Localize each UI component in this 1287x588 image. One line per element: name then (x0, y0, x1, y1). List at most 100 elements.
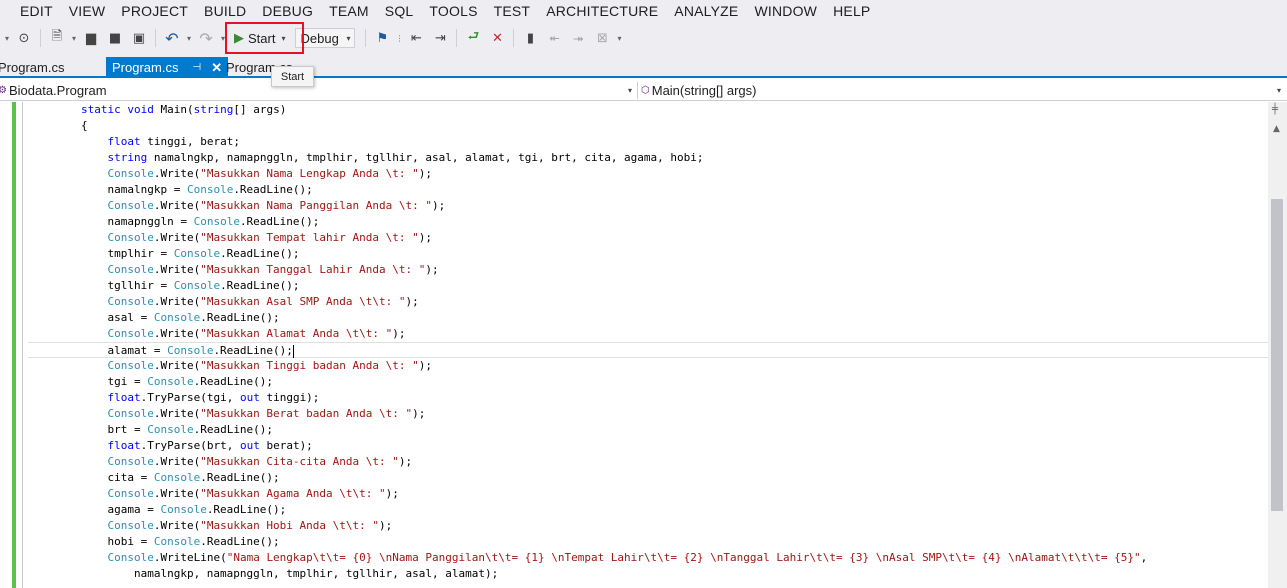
code-line[interactable]: Console.Write("Masukkan Tempat lahir And… (28, 230, 1268, 246)
decrease-indent-icon[interactable]: ⇤ (407, 29, 425, 47)
tab-program-cs-active[interactable]: Program.cs ⊣ ✕ (106, 57, 229, 78)
code-token: Console (107, 327, 154, 340)
solution-configuration-select[interactable]: Debug ▾ (295, 28, 356, 48)
navigate-forward-icon[interactable]: ⊙ (15, 29, 33, 47)
type-dropdown[interactable]: ⚙ Biodata.Program ▾ (0, 81, 634, 100)
tab-label: Program.cs (112, 60, 179, 75)
code-line[interactable]: Console.Write("Masukkan Nama Lengkap And… (28, 166, 1268, 182)
undo-dropdown-icon[interactable]: ▾ (185, 29, 193, 47)
menu-view[interactable]: VIEW (69, 3, 106, 19)
toolbar-separator (456, 29, 458, 47)
code-area[interactable]: static void Main(string[] args) { float … (28, 102, 1268, 582)
menu-architecture[interactable]: ARCHITECTURE (546, 3, 658, 19)
undo-icon[interactable]: ↶ (163, 29, 181, 48)
code-line[interactable]: Console.Write("Masukkan Tanggal Lahir An… (28, 262, 1268, 278)
new-project-dropdown-icon[interactable]: ▾ (70, 29, 78, 47)
code-token: Console (193, 215, 240, 228)
code-token: cita = (28, 471, 154, 484)
close-icon[interactable]: ✕ (211, 60, 222, 76)
scrollbar-thumb[interactable] (1271, 199, 1283, 511)
menu-build[interactable]: BUILD (204, 3, 246, 19)
code-token: .TryParse(tgi, (140, 391, 240, 404)
code-line[interactable]: Console.Write("Masukkan Hobi Anda \t\t: … (28, 518, 1268, 534)
menu-test[interactable]: TEST (494, 3, 531, 19)
member-dropdown[interactable]: ⬡ Main(string[] args) ▾ (641, 81, 1283, 100)
pin-icon[interactable]: ⊣ (192, 62, 201, 73)
code-line[interactable]: tgi = Console.ReadLine(); (28, 374, 1268, 390)
menu-team[interactable]: TEAM (329, 3, 369, 19)
toolbar-overflow-icon[interactable]: ⋮ (395, 29, 403, 47)
code-line[interactable]: namapnggln = Console.ReadLine(); (28, 214, 1268, 230)
code-line[interactable]: agama = Console.ReadLine(); (28, 502, 1268, 518)
code-line[interactable]: Console.Write("Masukkan Cita-cita Anda \… (28, 454, 1268, 470)
previous-bookmark-icon[interactable]: ⯬ (545, 29, 563, 47)
menu-window[interactable]: WINDOW (754, 3, 817, 19)
vertical-scrollbar[interactable]: ╪ ▲ (1268, 102, 1287, 588)
code-line[interactable]: alamat = Console.ReadLine(); (28, 342, 1268, 358)
code-token: Console (107, 295, 154, 308)
open-file-icon[interactable]: ▆ (82, 29, 100, 47)
code-token: .ReadLine(); (213, 344, 293, 357)
code-line[interactable]: Console.Write("Masukkan Alamat Anda \t\t… (28, 326, 1268, 342)
increase-indent-icon[interactable]: ⇥ (431, 29, 449, 47)
code-line[interactable]: namalngkp, namapnggln, tmplhir, tgllhir,… (28, 566, 1268, 582)
menu-edit[interactable]: EDIT (20, 3, 53, 19)
code-line[interactable]: cita = Console.ReadLine(); (28, 470, 1268, 486)
clear-bookmarks-icon[interactable]: ⊠ (593, 29, 611, 47)
code-token: "Masukkan Cita-cita Anda \t: " (200, 455, 399, 468)
code-line[interactable]: static void Main(string[] args) (28, 102, 1268, 118)
code-editor[interactable]: static void Main(string[] args) { float … (0, 102, 1268, 588)
code-line[interactable]: Console.WriteLine("Nama Lengkap\t\t= {0}… (28, 550, 1268, 566)
new-project-icon[interactable]: 🗎 (48, 29, 66, 47)
toolbar-separator (513, 29, 515, 47)
code-line[interactable]: tgllhir = Console.ReadLine(); (28, 278, 1268, 294)
code-line[interactable]: Console.Write("Masukkan Asal SMP Anda \t… (28, 294, 1268, 310)
code-line[interactable]: asal = Console.ReadLine(); (28, 310, 1268, 326)
menu-help[interactable]: HELP (833, 3, 870, 19)
comment-lines-icon[interactable]: ⮐ (464, 29, 482, 47)
toolbar-separator (365, 29, 367, 47)
navigate-back-dropdown-icon[interactable]: ▾ (3, 29, 11, 47)
code-line[interactable]: namalngkp = Console.ReadLine(); (28, 182, 1268, 198)
menu-analyze[interactable]: ANALYZE (674, 3, 738, 19)
save-icon[interactable]: ■ (106, 29, 124, 47)
code-line[interactable]: float tinggi, berat; (28, 134, 1268, 150)
code-line[interactable]: string namalngkp, namapnggln, tmplhir, t… (28, 150, 1268, 166)
redo-icon[interactable]: ↷ (197, 29, 215, 48)
bookmark-icon[interactable]: ▮ (521, 29, 539, 47)
save-all-icon[interactable]: ▣ (130, 29, 148, 47)
code-line[interactable]: { (28, 118, 1268, 134)
code-line[interactable]: tmplhir = Console.ReadLine(); (28, 246, 1268, 262)
code-line[interactable]: hobi = Console.ReadLine(); (28, 534, 1268, 550)
split-window-icon[interactable]: ╪ (1272, 104, 1278, 115)
code-token: "Masukkan Tempat lahir Anda \t: " (200, 231, 419, 244)
code-line[interactable]: float.TryParse(brt, out berat); (28, 438, 1268, 454)
code-token: tinggi); (259, 391, 320, 404)
next-bookmark-icon[interactable]: ⯮ (569, 29, 587, 47)
code-token: .ReadLine(); (200, 311, 280, 324)
menu-project[interactable]: PROJECT (121, 3, 188, 19)
toolbar-options-icon[interactable]: ▾ (615, 29, 623, 47)
code-token: ); (418, 359, 432, 372)
menu-sql[interactable]: SQL (385, 3, 414, 19)
find-in-files-icon[interactable]: ⚑ (373, 29, 391, 47)
code-line[interactable]: Console.Write("Masukkan Berat badan Anda… (28, 406, 1268, 422)
code-line[interactable]: brt = Console.ReadLine(); (28, 422, 1268, 438)
code-line[interactable]: float.TryParse(tgi, out tinggi); (28, 390, 1268, 406)
menu-tools[interactable]: TOOLS (429, 3, 477, 19)
scroll-up-arrow-icon[interactable]: ▲ (1273, 124, 1280, 134)
code-line[interactable]: Console.Write("Masukkan Nama Panggilan A… (28, 198, 1268, 214)
uncomment-lines-icon[interactable]: ✕ (488, 29, 506, 47)
code-line[interactable]: Console.Write("Masukkan Tinggi badan And… (28, 358, 1268, 374)
code-line[interactable]: Console.Write("Masukkan Agama Anda \t\t:… (28, 486, 1268, 502)
tab-program-cs-left[interactable]: Program.cs (0, 57, 64, 78)
menu-debug[interactable]: DEBUG (262, 3, 313, 19)
